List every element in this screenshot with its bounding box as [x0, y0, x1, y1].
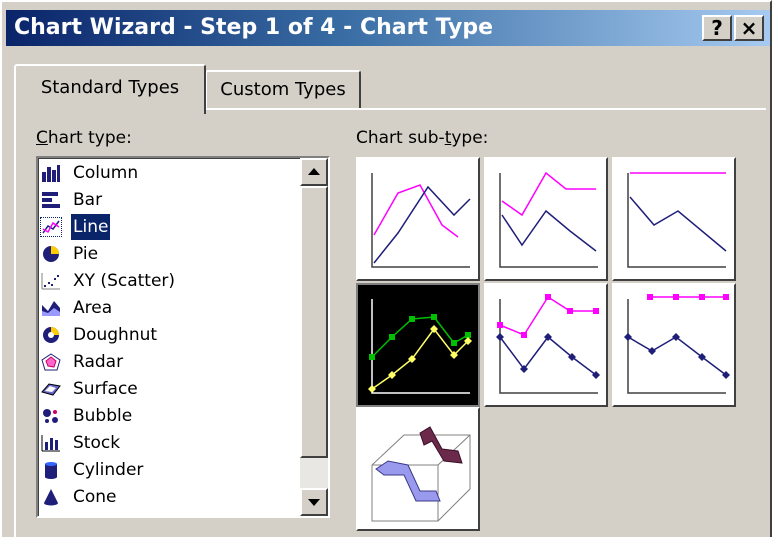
list-item-label: Radar [73, 352, 124, 372]
list-item-xy-scatter[interactable]: XY (Scatter) [41, 268, 301, 294]
list-item-bubble[interactable]: Bubble [41, 403, 301, 429]
scatter-chart-icon [41, 272, 61, 290]
subtype-3d-line[interactable] [356, 407, 480, 531]
list-item-label: Pie [73, 244, 99, 264]
list-item-radar[interactable]: Radar [41, 349, 301, 375]
list-item-cylinder[interactable]: Cylinder [41, 457, 301, 483]
cylinder-chart-icon [41, 461, 61, 479]
3d-line-icon [371, 426, 471, 522]
list-item-bar[interactable]: Bar [41, 187, 301, 213]
stock-chart-icon [41, 434, 61, 452]
list-item-line[interactable]: Line [40, 214, 301, 240]
list-item-label: Stock [73, 433, 121, 453]
list-item-label: Area [73, 298, 113, 318]
line-chart-icon [40, 217, 62, 237]
subtype-100-stacked-line[interactable] [612, 157, 736, 281]
stacked-line-with-markers-icon [496, 294, 600, 394]
subtype-line[interactable] [356, 157, 480, 281]
100-stacked-line-icon [627, 172, 727, 268]
arrow-down-icon [308, 499, 320, 506]
list-scrollbar[interactable] [300, 158, 328, 516]
subtype-line-with-markers[interactable] [356, 283, 480, 407]
list-item-stock[interactable]: Stock [41, 430, 301, 456]
chart-type-list[interactable]: Column Bar Line Pie XY (Scatter) Area Doughnut… [36, 156, 330, 518]
list-item-label: Cylinder [73, 460, 144, 480]
100-stacked-line-with-markers-icon [624, 294, 730, 394]
tab-custom-types[interactable]: Custom Types [205, 70, 361, 110]
list-item-area[interactable]: Area [41, 295, 301, 321]
area-chart-icon [41, 299, 61, 317]
column-chart-icon [41, 164, 61, 182]
close-button[interactable]: × [734, 15, 764, 41]
stacked-line-icon [499, 171, 598, 268]
scroll-thumb[interactable] [300, 186, 328, 458]
doughnut-chart-icon [41, 326, 61, 344]
list-item-label: Bubble [73, 406, 133, 426]
list-item-label: Line [71, 214, 111, 240]
subtype-stacked-line-with-markers[interactable] [484, 283, 608, 407]
arrow-up-icon [308, 168, 320, 175]
list-item-doughnut[interactable]: Doughnut [41, 322, 301, 348]
list-item-label: Cone [73, 487, 117, 507]
subtype-stacked-line[interactable] [484, 157, 608, 281]
line-with-markers-icon [368, 299, 472, 394]
help-button[interactable]: ? [702, 15, 732, 41]
list-item-label: Surface [73, 379, 138, 399]
list-item-column[interactable]: Column [41, 160, 301, 186]
window-title: Chart Wizard - Step 1 of 4 - Chart Type [14, 15, 494, 40]
list-item-cone[interactable]: Cone [41, 484, 301, 510]
list-item-pie[interactable]: Pie [41, 241, 301, 267]
chart-type-label: Chart type: [36, 128, 132, 148]
chart-subtype-label: Chart sub-type: [356, 128, 489, 148]
cone-chart-icon [41, 488, 61, 506]
scroll-up-button[interactable] [300, 158, 328, 186]
title-bar: Chart Wizard - Step 1 of 4 - Chart Type … [6, 10, 770, 46]
pie-chart-icon [41, 245, 61, 263]
surface-chart-icon [41, 380, 61, 398]
subtype-100-stacked-line-with-markers[interactable] [612, 283, 736, 407]
bar-chart-icon [41, 191, 61, 209]
list-item-label: XY (Scatter) [73, 271, 176, 291]
tab-standard-types[interactable]: Standard Types [14, 64, 206, 114]
list-item-label: Doughnut [73, 325, 158, 345]
scroll-down-button[interactable] [300, 488, 328, 516]
list-item-surface[interactable]: Surface [41, 376, 301, 402]
bubble-chart-icon [41, 407, 61, 425]
line-icon [371, 173, 471, 268]
radar-chart-icon [41, 353, 61, 371]
list-item-label: Bar [73, 190, 103, 210]
list-item-label: Column [73, 163, 139, 183]
